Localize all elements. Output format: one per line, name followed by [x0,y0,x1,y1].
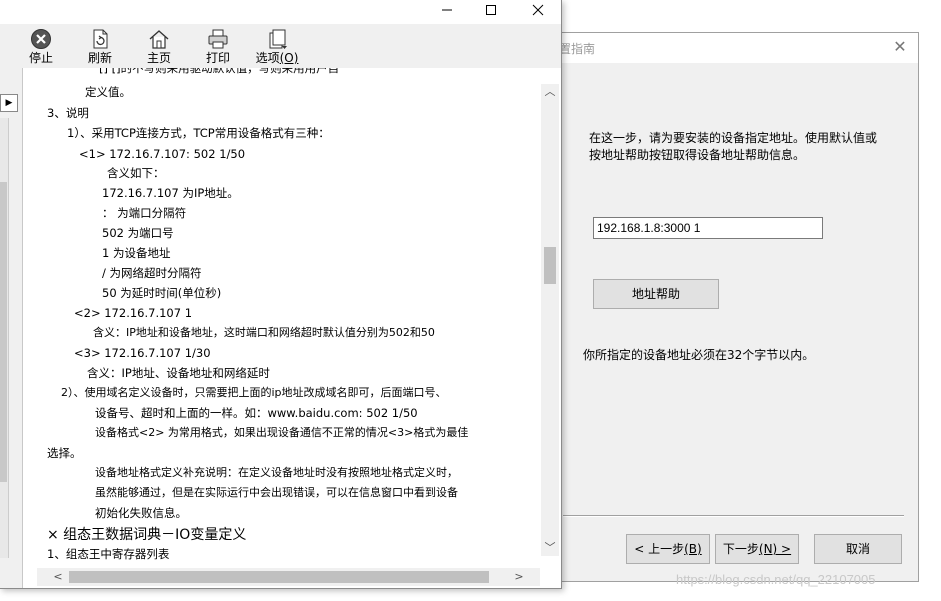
home-icon [149,30,169,49]
content-line: 初始化失败信息。 [95,506,187,520]
content-line: 设备格式<2> 为常用格式，如果出现设备通信不正常的情况<3>格式为最佳 [95,426,469,439]
nav-scrollbar-thumb[interactable] [0,182,7,482]
watermark: https://blog.csdn.net/qq_22107005 [676,572,876,587]
print-button[interactable]: 打印 [193,28,243,68]
help-window: 停止 刷新 主页 打印 选项(O) ▶ [] []的不写则采用驱动默认值，写则采… [0,0,562,589]
options-hotkey: (O) [279,51,299,65]
next-hotkey: (N) > [758,542,792,556]
home-button[interactable]: 主页 [134,28,184,68]
content-line: <3> 172.16.7.107 1/30 [74,346,211,360]
cancel-button[interactable]: 取消 [814,534,902,564]
content-line: ： 为端口分隔符 [102,206,187,220]
content-line: 选择。 [47,446,82,460]
content-line: 2）、使用域名定义设备时，只需要把上面的ip地址改成域名即可，后面端口号、 [61,386,447,399]
wizard-description: 在这一步，请为要安装的设备指定地址。使用默认值或按地址帮助按钮取得设备地址帮助信… [589,131,878,162]
address-help-button[interactable]: 地址帮助 [593,279,719,309]
content-line: 定义值。 [85,85,131,99]
wizard-title: 置指南 [559,42,596,56]
stop-icon [31,29,51,49]
content-line: 172.16.7.107 为IP地址。 [102,186,239,200]
vertical-scrollbar[interactable]: ︿ ﹀ [541,84,559,556]
scroll-left-icon[interactable]: < [49,568,67,586]
navigation-pane-collapsed: ▶ [0,68,23,588]
content-line: [] []的不写则采用驱动默认值，写则采用用户自 [99,68,340,75]
content-line: <1> 172.16.7.107: 502 1/50 [79,147,246,161]
content-line: 含义如下： [107,166,165,180]
content-line: 设备地址格式定义补充说明：在定义设备地址时没有按照地址格式定义时， [95,466,458,479]
help-titlebar [0,0,561,24]
expand-pane-icon[interactable]: ▶ [0,94,18,112]
content-line: 502 为端口号 [102,226,174,240]
content-line: 1 为设备地址 [102,246,171,260]
nav-scrollbar[interactable] [0,118,9,558]
printer-icon [208,29,228,49]
content-line: 含义：IP地址、设备地址和网络延时 [87,366,270,380]
refresh-icon [93,29,108,49]
divider [563,515,904,517]
device-address-input[interactable] [593,217,823,239]
prev-button[interactable]: < 上一步(B) [626,534,710,564]
content-line: 含义：IP地址和设备地址，这时端口和网络超时默认值分别为502和50 [93,326,435,339]
close-icon[interactable]: ✕ [890,37,910,57]
print-label: 打印 [205,51,230,65]
content-line: <2> 172.16.7.107 1 [74,306,193,320]
section-heading: × 组态王数据词典－IO变量定义 [47,527,247,543]
horizontal-scrollbar[interactable]: < > [37,568,540,586]
maximize-icon[interactable] [468,0,514,24]
help-toolbar: 停止 刷新 主页 打印 选项(O) [0,24,561,68]
content-line: 3、说明 [47,106,89,120]
options-label-wrap: 选项(O) [247,51,307,65]
vertical-scrollbar-thumb[interactable] [544,247,556,284]
next-label: 下一步 [722,542,759,556]
stop-label: 停止 [28,51,53,65]
options-label: 选项 [255,51,280,65]
next-button[interactable]: 下一步(N) > [715,534,799,564]
help-content: [] []的不写则采用驱动默认值，写则采用用户自 定义值。 3、说明 1）、采用… [37,68,540,568]
wizard-body: 在这一步，请为要安装的设备指定地址。使用默认值或按地址帮助按钮取得设备地址帮助信… [549,63,918,581]
refresh-label: 刷新 [87,51,112,65]
refresh-button[interactable]: 刷新 [75,28,125,68]
scroll-down-icon[interactable]: ﹀ [541,540,559,556]
close-icon[interactable] [515,0,561,24]
options-button[interactable]: 选项(O) [247,28,307,68]
horizontal-scrollbar-thumb[interactable] [69,571,489,583]
scroll-right-icon[interactable]: > [510,568,528,586]
prev-hotkey: (B) [684,542,702,556]
minimize-icon[interactable] [424,0,470,24]
content-line: / 为网络超时分隔符 [102,266,202,280]
content-line: 1、组态王中寄存器列表 [47,547,170,561]
content-line: 设备号、超时和上面的一样。如：www.baidu.com: 502 1/50 [95,406,418,420]
content-line: 虽然能够通过，但是在实际运行中会出现错误，可以在信息窗口中看到设备 [95,486,458,499]
options-icon [269,29,287,49]
scroll-up-icon[interactable]: ︿ [541,84,559,100]
stop-button[interactable]: 停止 [16,28,66,68]
content-line: 1）、采用TCP连接方式，TCP常用设备格式有三种： [67,126,330,140]
prev-label: < 上一步 [634,542,685,556]
address-length-note: 你所指定的设备地址必须在32个字节以内。 [583,348,815,362]
wizard-titlebar: 置指南 ✕ [549,33,918,63]
content-line: 50 为延时时间(单位秒) [102,286,222,300]
device-config-wizard: 置指南 ✕ 在这一步，请为要安装的设备指定地址。使用默认值或按地址帮助按钮取得设… [548,32,919,582]
home-label: 主页 [146,51,171,65]
